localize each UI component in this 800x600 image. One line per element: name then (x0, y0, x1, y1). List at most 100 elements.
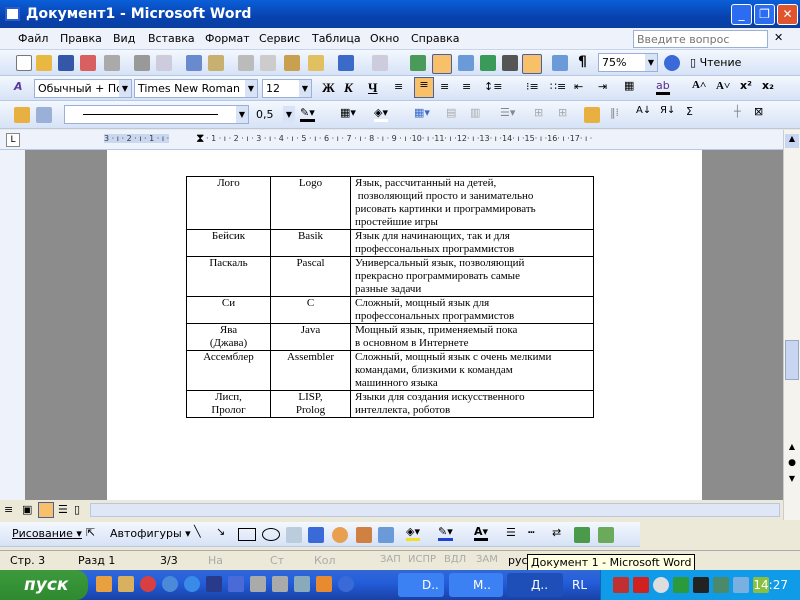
align-right-icon[interactable]: ≡ (440, 80, 449, 93)
status-ovr[interactable]: ЗАМ (476, 554, 498, 565)
cell-name-ru[interactable]: Лого (186, 176, 271, 230)
columns-icon[interactable] (502, 55, 518, 71)
numbering-icon[interactable]: ⁝≡ (526, 80, 539, 93)
drawing-icon[interactable] (522, 54, 542, 74)
split-cells-icon[interactable]: ▥ (470, 106, 480, 119)
restore-button[interactable]: ❐ (754, 4, 775, 25)
grow-font-icon[interactable]: A˄ (692, 79, 706, 91)
picture-icon[interactable] (378, 527, 394, 543)
save-icon[interactable] (58, 55, 74, 71)
format-painter-icon[interactable] (308, 55, 324, 71)
quicklaunch-icon[interactable] (272, 576, 288, 592)
line-weight-select[interactable]: 0,5 ▼ (252, 105, 296, 124)
browse-object-icon[interactable]: ● (785, 458, 799, 472)
quicklaunch-icon[interactable] (118, 576, 134, 592)
quicklaunch-icon[interactable] (206, 576, 222, 592)
help-icon[interactable] (664, 55, 680, 71)
line-icon[interactable]: ╲ (194, 525, 201, 538)
oval-icon[interactable] (262, 528, 280, 541)
cell-description[interactable]: Универсальный язык, позволяющий прекрасн… (350, 256, 594, 297)
next-page-icon[interactable]: ▼ (785, 474, 799, 488)
redo-icon[interactable] (372, 55, 388, 71)
taskbar-powerpoint-button[interactable]: M.. (449, 573, 503, 597)
increase-indent-icon[interactable]: ⇥ (598, 80, 607, 93)
distribute-columns-icon[interactable]: ⊞ (558, 106, 567, 119)
border-color-icon[interactable]: ✎▾ (300, 106, 315, 122)
internet-explorer-icon[interactable] (184, 576, 200, 592)
sort-ascending-icon[interactable]: А↓ (636, 105, 651, 116)
document-map-icon[interactable] (552, 55, 568, 71)
borders-icon[interactable]: ▦ (624, 79, 634, 92)
insert-table-icon[interactable] (458, 55, 474, 71)
arrow-icon[interactable]: ↘ (216, 525, 225, 538)
fill-color-icon[interactable]: ◈▾ (406, 525, 420, 541)
cell-name-en[interactable]: Assembler (270, 350, 351, 391)
menu-window[interactable]: Окно (370, 32, 399, 45)
line-style-icon[interactable]: ☰ (506, 526, 516, 539)
horizontal-ruler[interactable]: L 3 · ı · 2 · ı · 1 · ı · ⧗ · 1 · ı · 2 … (0, 130, 800, 150)
menu-edit[interactable]: Правка (60, 32, 102, 45)
font-select[interactable]: Times New Roman ▼ (134, 79, 258, 98)
cell-name-ru[interactable]: Си (186, 296, 271, 324)
close-document-icon[interactable]: ✕ (774, 31, 783, 44)
3d-icon[interactable] (598, 527, 614, 543)
opera-icon[interactable] (140, 576, 156, 592)
clipart-icon[interactable] (356, 527, 372, 543)
insert-table-icon[interactable]: ▦▾ (414, 106, 430, 119)
cell-description[interactable]: Языки для создания искусственного интелл… (350, 390, 594, 418)
line-style-select[interactable]: ▼ (64, 105, 249, 124)
underline-button[interactable]: Ч (368, 80, 378, 96)
zoom-select[interactable]: 75% ▼ (598, 53, 658, 72)
volume-icon[interactable] (653, 577, 669, 593)
cell-name-en[interactable]: Logo (270, 176, 351, 230)
italic-button[interactable]: К (344, 80, 353, 96)
reading-button[interactable]: ▯ Чтение (690, 56, 741, 69)
vertical-scrollbar[interactable]: ▲ ▲ ● ▼ (783, 130, 800, 520)
autoshapes-menu-button[interactable]: Автофигуры ▾ (110, 527, 191, 540)
insert-excel-icon[interactable] (480, 55, 496, 71)
eraser-icon[interactable] (36, 107, 52, 123)
scroll-thumb[interactable] (785, 340, 799, 380)
quicklaunch-icon[interactable] (316, 576, 332, 592)
dash-style-icon[interactable]: ┅ (528, 526, 535, 539)
menu-help[interactable]: Справка (411, 32, 459, 45)
decrease-indent-icon[interactable]: ⇤ (574, 80, 583, 93)
diagram-icon[interactable] (332, 527, 348, 543)
drawing-menu-button[interactable]: Рисование ▾ (12, 527, 82, 540)
arrow-style-icon[interactable]: ⇄ (552, 526, 561, 539)
close-canvas-icon[interactable]: ⊠ (754, 105, 763, 118)
new-document-icon[interactable] (16, 55, 32, 71)
cell-description[interactable]: Мощный язык, применяемый пока в основном… (350, 323, 594, 351)
minimize-button[interactable]: _ (731, 4, 752, 25)
autoformat-icon[interactable] (584, 107, 600, 123)
tab-selector-icon[interactable]: L (6, 133, 20, 147)
line-color-icon[interactable]: ✎▾ (438, 525, 453, 541)
print-layout-view-icon[interactable] (38, 502, 54, 518)
cell-description[interactable]: Язык, рассчитанный на детей, позволяющий… (350, 176, 594, 230)
tables-borders-icon[interactable] (432, 54, 452, 74)
paste-icon[interactable] (284, 55, 300, 71)
highlight-icon[interactable]: ab (656, 79, 670, 95)
align-left-icon[interactable]: ≡ (394, 80, 403, 93)
taskbar-word-button[interactable]: Д.. (507, 573, 563, 597)
undo-icon[interactable] (338, 55, 354, 71)
border-type-icon[interactable]: ▦▾ (340, 106, 356, 119)
text-direction-icon[interactable]: ‖⁞ (610, 106, 619, 119)
copy-icon[interactable] (260, 55, 276, 71)
align-cell-icon[interactable]: ☰▾ (500, 106, 515, 119)
cell-name-ru[interactable]: Ява (Джава) (186, 323, 271, 351)
wordart-icon[interactable] (308, 527, 324, 543)
spelling-icon[interactable] (186, 55, 202, 71)
prev-page-icon[interactable]: ▲ (785, 442, 799, 456)
research-icon[interactable] (208, 55, 224, 71)
open-icon[interactable] (36, 55, 52, 71)
status-ext[interactable]: ВДЛ (444, 554, 466, 565)
menu-table[interactable]: Таблица (312, 32, 361, 45)
quicklaunch-icon[interactable] (338, 576, 354, 592)
antivirus-icon[interactable] (633, 577, 649, 593)
subscript-icon[interactable]: x₂ (762, 79, 774, 92)
permission-icon[interactable] (80, 55, 96, 71)
justify-icon[interactable]: ≡ (462, 80, 471, 93)
normal-view-icon[interactable]: ≡ (4, 503, 13, 516)
font-color-icon[interactable]: A▾ (474, 525, 489, 541)
